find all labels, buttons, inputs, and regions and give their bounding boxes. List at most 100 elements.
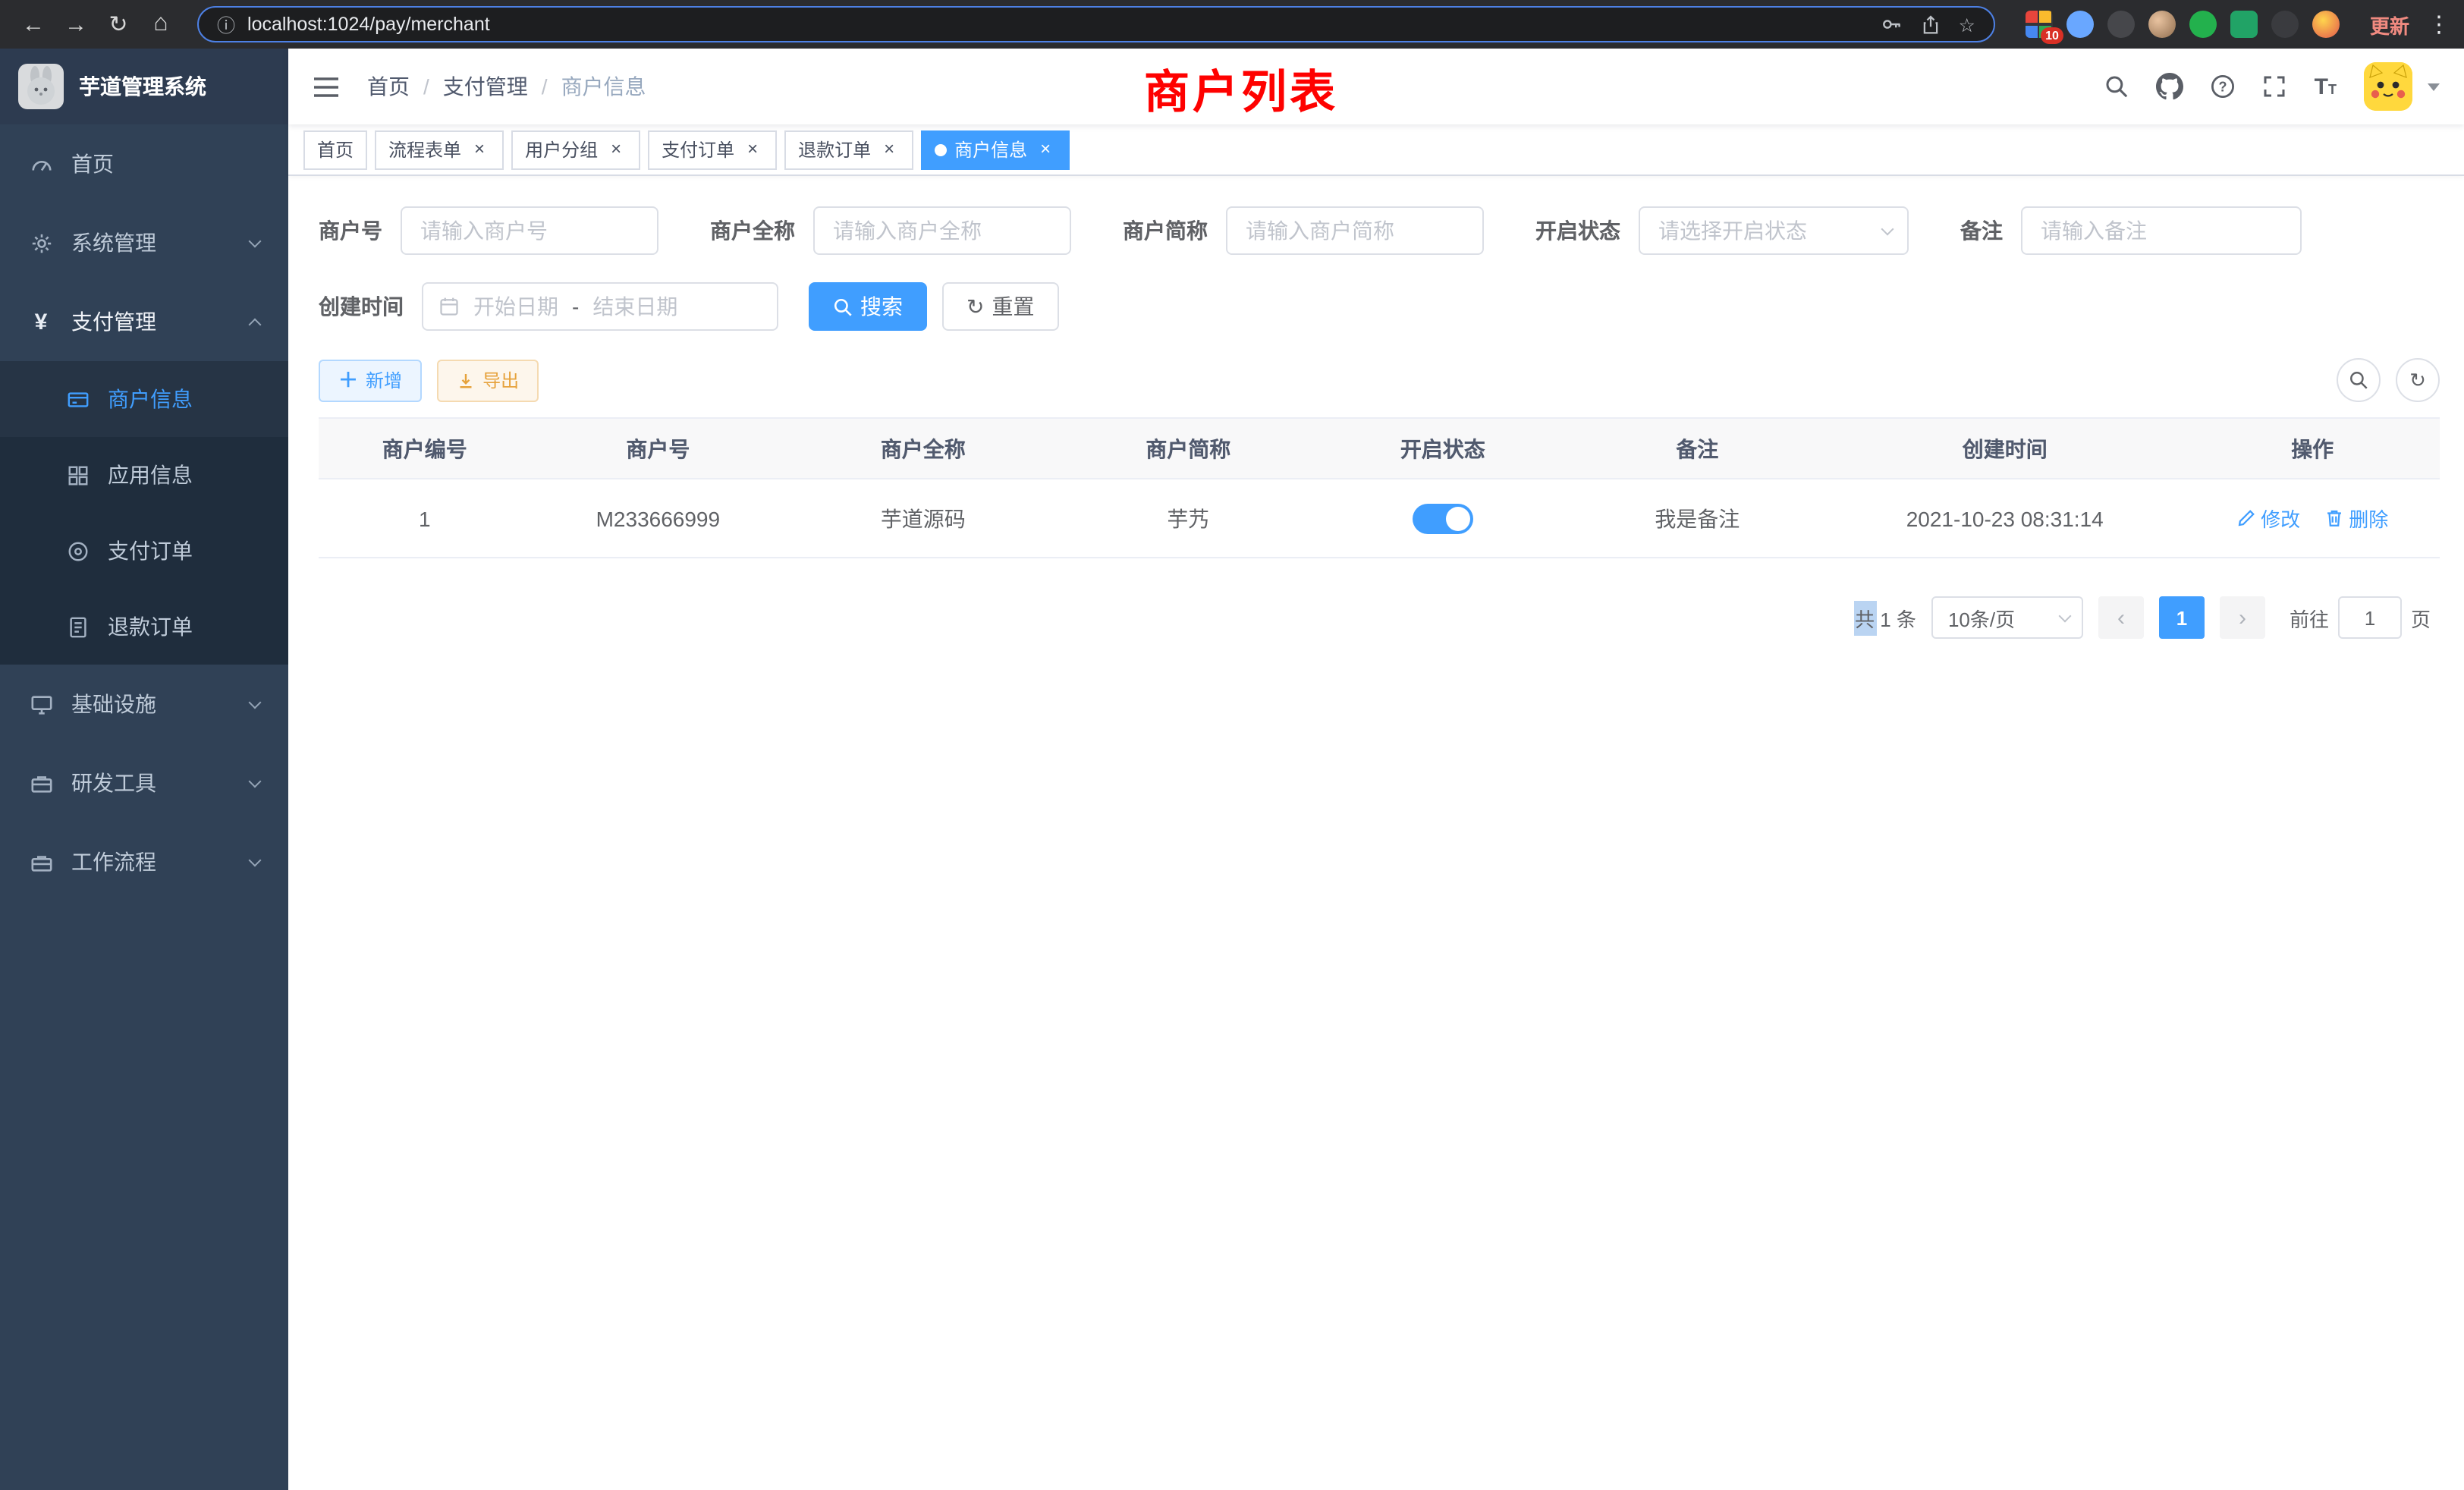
merchant-no-input[interactable] bbox=[401, 206, 658, 255]
site-info-icon[interactable]: ⓘ bbox=[217, 11, 235, 37]
extension-icon-avatar1[interactable] bbox=[2148, 11, 2176, 38]
extension-icon-avatar2[interactable] bbox=[2312, 11, 2340, 38]
password-key-icon[interactable] bbox=[1881, 14, 1903, 35]
chevron-down-icon bbox=[2058, 609, 2071, 622]
breadcrumb-home[interactable]: 首页 bbox=[367, 71, 410, 102]
app-logo[interactable]: 芋道管理系统 bbox=[0, 49, 288, 124]
address-bar[interactable]: ⓘ localhost:1024/pay/merchant ☆ bbox=[197, 6, 1995, 42]
fullscreen-icon[interactable] bbox=[2263, 74, 2287, 99]
cell-full-name: 芋道源码 bbox=[785, 479, 1061, 558]
url-text: localhost:1024/pay/merchant bbox=[247, 14, 490, 35]
prev-page-button[interactable]: ‹ bbox=[2098, 596, 2144, 639]
date-range-picker[interactable]: 开始日期 - 结束日期 bbox=[422, 282, 778, 331]
bookmark-star-icon[interactable]: ☆ bbox=[1959, 13, 1975, 36]
tag-home[interactable]: 首页 bbox=[303, 130, 367, 169]
sidebar-item-infra[interactable]: 基础设施 bbox=[0, 665, 288, 743]
export-button[interactable]: 导出 bbox=[437, 359, 539, 401]
sidebar-item-pay[interactable]: ¥ 支付管理 bbox=[0, 282, 288, 361]
close-icon[interactable]: × bbox=[605, 139, 627, 160]
sidebar-item-app-info[interactable]: 应用信息 bbox=[0, 437, 288, 513]
avatar[interactable] bbox=[2364, 62, 2412, 111]
share-icon[interactable] bbox=[1921, 14, 1941, 35]
sidebar-item-system[interactable]: 系统管理 bbox=[0, 203, 288, 282]
current-page-button[interactable]: 1 bbox=[2159, 596, 2205, 639]
hamburger-icon[interactable] bbox=[313, 75, 340, 98]
monitor-icon bbox=[27, 693, 55, 715]
chevron-down-icon bbox=[249, 775, 262, 787]
workflow-icon bbox=[27, 850, 55, 873]
short-name-input[interactable] bbox=[1226, 206, 1484, 255]
extension-icon-dark2[interactable] bbox=[2271, 11, 2299, 38]
tag-refund-order[interactable]: 退款订单 × bbox=[784, 130, 913, 169]
extension-icon-palette[interactable]: 10 bbox=[2026, 11, 2053, 38]
search-icon[interactable] bbox=[2105, 74, 2129, 99]
full-name-input[interactable] bbox=[813, 206, 1071, 255]
sidebar-item-merchant-info[interactable]: 商户信息 bbox=[0, 361, 288, 437]
delete-button[interactable]: 删除 bbox=[2324, 504, 2388, 533]
browser-forward-button[interactable]: → bbox=[58, 6, 94, 42]
cell-actions: 修改 删除 bbox=[2185, 479, 2440, 558]
sidebar-item-label: 系统管理 bbox=[71, 228, 156, 258]
close-icon[interactable]: × bbox=[469, 139, 490, 160]
reset-button[interactable]: ↻ 重置 bbox=[942, 282, 1058, 331]
add-button[interactable]: ＋ 新增 bbox=[319, 359, 422, 401]
sidebar-item-refund-order[interactable]: 退款订单 bbox=[0, 589, 288, 665]
sidebar-item-label: 首页 bbox=[71, 149, 114, 179]
tag-process-form[interactable]: 流程表单 × bbox=[375, 130, 504, 169]
help-icon[interactable]: ? bbox=[2211, 74, 2236, 99]
filter-row-1: 商户号 商户全称 商户简称 开启状态 请选择开启状态 bbox=[319, 206, 2440, 255]
tag-user-group[interactable]: 用户分组 × bbox=[511, 130, 640, 169]
sidebar-item-label: 退款订单 bbox=[108, 611, 193, 642]
tag-label: 首页 bbox=[317, 137, 354, 162]
extension-icon-dark1[interactable] bbox=[2107, 11, 2135, 38]
browser-back-button[interactable]: ← bbox=[15, 6, 52, 42]
extension-badge: 10 bbox=[2041, 27, 2063, 44]
github-icon[interactable] bbox=[2157, 73, 2184, 100]
document-icon bbox=[64, 615, 91, 638]
tag-pay-order[interactable]: 支付订单 × bbox=[648, 130, 777, 169]
total-count: 共 1 条 bbox=[1853, 600, 1916, 635]
sidebar-item-label: 工作流程 bbox=[71, 847, 156, 877]
col-merchant-no: 商户号 bbox=[531, 418, 786, 479]
app-title: 芋道管理系统 bbox=[79, 71, 206, 102]
sidebar-item-devtools[interactable]: 研发工具 bbox=[0, 743, 288, 822]
close-icon[interactable]: × bbox=[878, 139, 900, 160]
toggle-search-button[interactable] bbox=[2337, 358, 2381, 402]
cell-remark: 我是备注 bbox=[1570, 479, 1825, 558]
browser-menu-icon[interactable]: ⋮ bbox=[2428, 11, 2449, 38]
extension-icon-blue[interactable] bbox=[2066, 11, 2094, 38]
search-button[interactable]: 搜索 bbox=[809, 282, 927, 331]
tag-label: 流程表单 bbox=[388, 137, 461, 162]
browser-reload-button[interactable]: ↻ bbox=[100, 6, 137, 42]
user-menu-caret-icon[interactable] bbox=[2428, 83, 2440, 90]
edit-button[interactable]: 修改 bbox=[2236, 504, 2300, 533]
close-icon[interactable]: × bbox=[742, 139, 763, 160]
goto-page-input[interactable] bbox=[2338, 596, 2402, 639]
extension-icon-green-circle[interactable] bbox=[2189, 11, 2217, 38]
add-button-label: 新增 bbox=[366, 367, 402, 393]
close-icon[interactable]: × bbox=[1035, 139, 1056, 160]
sidebar-item-home[interactable]: 首页 bbox=[0, 124, 288, 203]
goto-label: 前往 bbox=[2290, 603, 2329, 632]
breadcrumb-separator: / bbox=[542, 74, 548, 99]
tag-label: 用户分组 bbox=[525, 137, 598, 162]
page-size-select[interactable]: 10条/页 bbox=[1931, 596, 2083, 639]
tag-label: 退款订单 bbox=[798, 137, 871, 162]
font-size-icon[interactable]: TT bbox=[2315, 75, 2337, 98]
tag-merchant-info[interactable]: 商户信息 × bbox=[921, 130, 1070, 169]
browser-update-button[interactable]: 更新 bbox=[2370, 10, 2409, 39]
sidebar-item-pay-order[interactable]: 支付订单 bbox=[0, 513, 288, 589]
browser-home-button[interactable]: ⌂ bbox=[143, 6, 179, 42]
sidebar-item-workflow[interactable]: 工作流程 bbox=[0, 822, 288, 901]
cell-status bbox=[1315, 479, 1570, 558]
card-icon bbox=[64, 388, 91, 410]
status-toggle[interactable] bbox=[1413, 503, 1473, 533]
status-select[interactable]: 请选择开启状态 bbox=[1639, 206, 1909, 255]
extension-icon-green-doc[interactable] bbox=[2230, 11, 2258, 38]
full-name-label: 商户全称 bbox=[710, 215, 795, 246]
remark-input[interactable] bbox=[2021, 206, 2302, 255]
next-page-button[interactable]: › bbox=[2220, 596, 2265, 639]
refresh-table-button[interactable]: ↻ bbox=[2396, 358, 2440, 402]
short-name-label: 商户简称 bbox=[1123, 215, 1208, 246]
breadcrumb-pay[interactable]: 支付管理 bbox=[443, 71, 528, 102]
